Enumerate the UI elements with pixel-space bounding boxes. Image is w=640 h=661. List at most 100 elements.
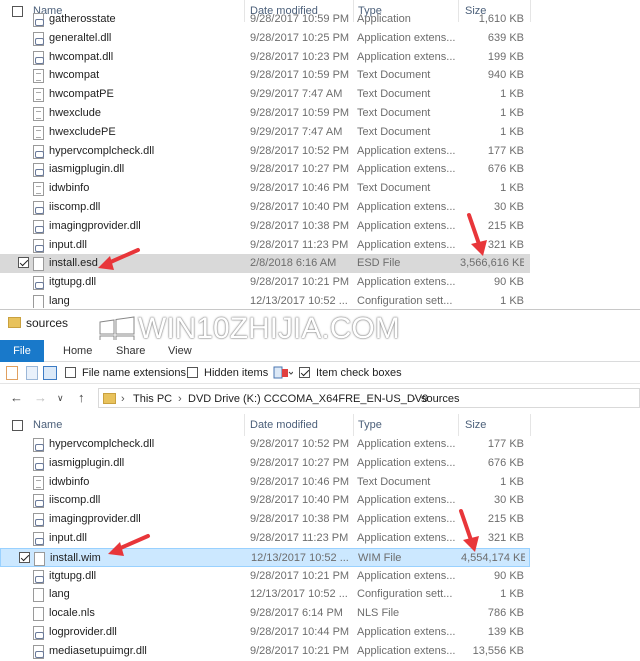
breadcrumb-sources[interactable]: sources — [421, 389, 460, 409]
preview-pane-icon[interactable] — [26, 366, 38, 380]
file-name: itgtupg.dll — [49, 569, 97, 582]
file-size: 676 KB — [487, 163, 524, 176]
file-row[interactable]: input.dll 9/28/2017 11:23 PM Application e… — [0, 529, 530, 548]
hidden-items-checkbox[interactable] — [187, 367, 198, 378]
tab-file[interactable]: File — [0, 340, 44, 362]
file-row[interactable]: mediasetupuimgr.dll 9/28/2017 10:21 PM App… — [0, 642, 530, 661]
file-row[interactable]: logprovider.dll 9/28/2017 10:44 PM Applica… — [0, 623, 530, 642]
breadcrumb-dvd-drive[interactable]: DVD Drive (K:) CCCOMA_X64FRE_EN-US_DV9 — [188, 389, 428, 409]
tab-view[interactable]: View — [168, 340, 192, 362]
text-file-icon — [33, 125, 44, 140]
dll-icon — [33, 456, 44, 471]
file-row[interactable]: hypervcomplcheck.dll 9/28/2017 10:52 PM Ap… — [0, 142, 530, 161]
up-arrow-icon[interactable]: ↑ — [78, 388, 85, 408]
dll-icon — [33, 644, 44, 659]
row-checkbox[interactable] — [19, 551, 30, 563]
file-name: idwbinfo — [49, 475, 90, 488]
file-row[interactable]: hwcompat 9/28/2017 10:59 PM Text Document 9… — [0, 66, 530, 85]
file-name: mediasetupuimgr.dll — [49, 644, 147, 657]
file-date-modified: 9/28/2017 10:23 PM — [250, 50, 350, 63]
item-check-boxes-checkbox[interactable] — [299, 367, 310, 378]
address-bar[interactable]: › This PC › DVD Drive (K:) CCCOMA_X64FRE… — [98, 388, 640, 408]
file-size: 1 KB — [500, 182, 524, 195]
file-row[interactable]: itgtupg.dll 9/28/2017 10:21 PM Application… — [0, 567, 530, 586]
file-row[interactable]: hwcompatPE 9/29/2017 7:47 AM Text Document… — [0, 85, 530, 104]
item-check-boxes-label: Item check boxes — [316, 367, 402, 379]
file-row[interactable]: gatherosstate 9/28/2017 10:59 PM Applicati… — [0, 10, 530, 29]
row-checkbox[interactable] — [18, 257, 29, 269]
file-row[interactable]: iiscomp.dll 9/28/2017 10:40 PM Application… — [0, 198, 530, 217]
back-arrow-icon[interactable]: ← — [10, 388, 23, 408]
file-date-modified: 9/28/2017 10:38 PM — [250, 513, 350, 526]
dll-icon — [33, 276, 44, 291]
file-row[interactable]: imagingprovider.dll 9/28/2017 10:38 PM App… — [0, 217, 530, 236]
arrow-annotation-icon — [108, 534, 150, 556]
file-row[interactable]: lang 12/13/2017 10:52 ... Configuration se… — [0, 585, 530, 604]
file-type: Text Document — [357, 182, 431, 195]
file-type: Application extens... — [357, 644, 456, 657]
file-size: 1 KB — [500, 295, 524, 307]
file-type: Application extens... — [357, 144, 456, 157]
file-icon — [33, 607, 44, 622]
file-name: lang — [49, 295, 70, 307]
dll-icon — [33, 438, 44, 452]
column-type[interactable]: Type — [358, 414, 382, 436]
file-type: NLS File — [357, 607, 400, 620]
config-file-icon — [33, 295, 44, 308]
file-row[interactable]: install.esd 2/8/2018 6:16 AM ESD File 3,566… — [0, 254, 530, 274]
file-row[interactable]: iiscomp.dll 9/28/2017 10:40 PM Application… — [0, 491, 530, 510]
dll-icon — [33, 50, 44, 65]
file-type: Application extens... — [357, 456, 456, 469]
file-row[interactable]: idwbinfo 9/28/2017 10:46 PM Text Document 1… — [0, 179, 530, 198]
file-row[interactable]: lang 12/13/2017 10:52 ... Configuration se… — [0, 292, 530, 308]
file-date-modified: 9/28/2017 10:52 PM — [250, 438, 350, 450]
file-type: Application extens... — [357, 494, 456, 507]
file-row[interactable]: locale.nls 9/28/2017 6:14 PM NLS File 786 K… — [0, 604, 530, 623]
forward-arrow-icon[interactable]: → — [34, 388, 47, 408]
file-icon — [33, 257, 44, 272]
chevron-down-icon[interactable]: ∨ — [57, 388, 64, 408]
file-row[interactable]: generaltel.dll 9/28/2017 10:25 PM Applicat… — [0, 29, 530, 48]
title-bar: sources WIN10ZHIJIA.COM — [0, 310, 640, 354]
file-row[interactable]: hypervcomplcheck.dll 9/28/2017 10:52 PM Ap… — [0, 435, 530, 454]
file-row[interactable]: hwexcludePE 9/29/2017 7:47 AM Text Documen… — [0, 123, 530, 142]
file-name: imagingprovider.dll — [49, 513, 141, 526]
file-name: hwexclude — [49, 107, 101, 119]
file-row[interactable]: hwcompat.dll 9/28/2017 10:23 PM Applicatio… — [0, 48, 530, 67]
file-type: Application extens... — [357, 163, 456, 176]
column-header: Name Date modified Type Size — [0, 414, 640, 436]
tab-home[interactable]: Home — [63, 340, 92, 362]
folder-icon — [103, 393, 116, 404]
file-row[interactable]: input.dll 9/28/2017 11:23 PM Application e… — [0, 236, 530, 255]
dll-icon — [33, 532, 44, 546]
file-type: Application extens... — [357, 31, 456, 44]
file-name-extensions-checkbox[interactable] — [65, 367, 76, 378]
column-name[interactable]: Name — [33, 414, 62, 436]
pane-icon[interactable] — [6, 366, 18, 380]
select-all-checkbox[interactable] — [12, 420, 23, 431]
view-toolbar: File name extensions Hidden items Item c… — [0, 362, 640, 384]
file-row[interactable]: itgtupg.dll 9/28/2017 10:21 PM Application… — [0, 273, 530, 292]
dll-icon — [33, 13, 44, 27]
file-name: iasmigplugin.dll — [49, 163, 125, 176]
breadcrumb-this-pc[interactable]: This PC — [133, 389, 172, 409]
file-date-modified: 9/29/2017 7:47 AM — [250, 125, 343, 138]
file-row[interactable]: iasmigplugin.dll 9/28/2017 10:27 PM Applic… — [0, 160, 530, 179]
file-date-modified: 9/28/2017 11:23 PM — [250, 238, 349, 251]
file-type: Application extens... — [357, 276, 456, 289]
details-pane-icon[interactable] — [43, 366, 57, 380]
file-row[interactable]: install.wim 12/13/2017 10:52 ... WIM File 4… — [0, 547, 530, 567]
file-row[interactable]: iasmigplugin.dll 9/28/2017 10:27 PM Applic… — [0, 454, 530, 473]
file-row[interactable]: hwexclude 9/28/2017 10:59 PM Text Document… — [0, 104, 530, 123]
column-size[interactable]: Size — [465, 414, 486, 436]
file-row[interactable]: imagingprovider.dll 9/28/2017 10:38 PM App… — [0, 510, 530, 529]
text-file-icon — [33, 69, 44, 84]
tab-share[interactable]: Share — [116, 340, 145, 362]
file-name: hwexcludePE — [49, 125, 116, 138]
column-date-modified[interactable]: Date modified — [250, 414, 318, 436]
address-bar-row: ← → ∨ ↑ › This PC › DVD Drive (K:) CCCOM… — [0, 386, 640, 410]
file-row[interactable]: idwbinfo 9/28/2017 10:46 PM Text Document 1… — [0, 473, 530, 492]
text-file-icon — [33, 475, 44, 490]
hidden-items-label: Hidden items — [204, 367, 269, 379]
hide-selected-items-icon[interactable] — [273, 366, 294, 380]
